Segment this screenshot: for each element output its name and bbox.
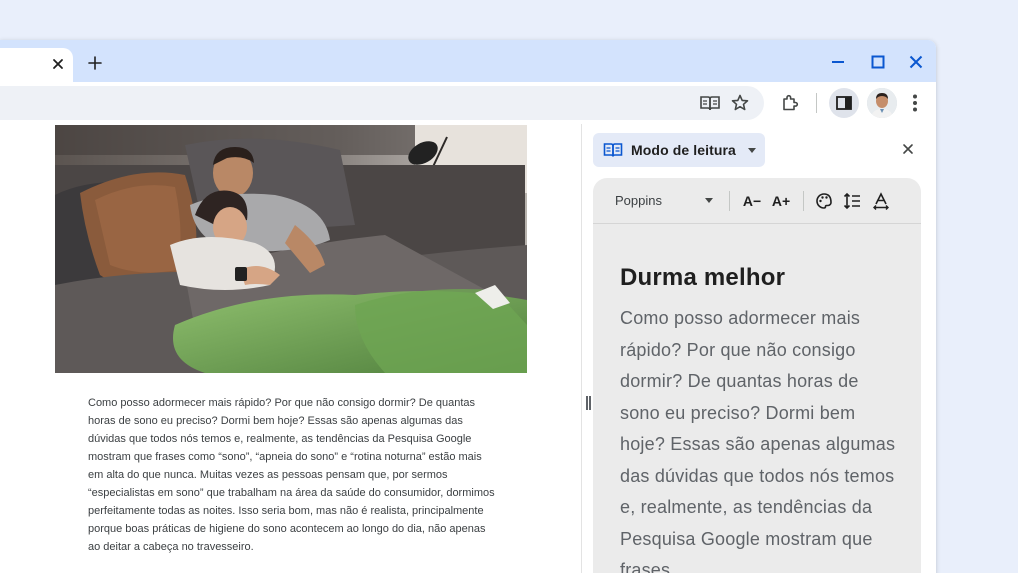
- color-palette-icon[interactable]: [813, 190, 835, 212]
- tab-close-icon[interactable]: [50, 56, 66, 72]
- reading-mode-label: Modo de leitura: [631, 142, 736, 158]
- bookmark-star-icon[interactable]: [728, 91, 752, 115]
- side-panel-close-icon[interactable]: [900, 141, 916, 157]
- side-panel-icon[interactable]: [829, 88, 859, 118]
- maximize-icon[interactable]: [869, 53, 887, 71]
- reader-view: Poppins A− A+ Durma melhor Como posso ad…: [593, 178, 921, 573]
- decrease-font-button[interactable]: A−: [741, 190, 763, 212]
- reading-mode-icon: [603, 143, 623, 157]
- reading-mode-dropdown[interactable]: Modo de leitura: [593, 133, 765, 167]
- article-paragraph: Como posso adormecer mais rápido? Por qu…: [88, 397, 495, 553]
- chevron-down-icon: [747, 147, 756, 153]
- web-page: Como posso adormecer mais rápido? Por qu…: [0, 124, 582, 573]
- close-icon[interactable]: [907, 53, 925, 71]
- article-photo: [55, 125, 527, 373]
- chevron-down-icon: [705, 198, 713, 203]
- reading-mode-icon[interactable]: [698, 91, 722, 115]
- toolbar: [0, 82, 936, 124]
- side-panel: Modo de leitura Poppins A− A+ Durma melh…: [592, 124, 936, 573]
- address-bar[interactable]: [0, 86, 764, 120]
- extensions-icon[interactable]: [778, 91, 802, 115]
- active-tab[interactable]: [0, 48, 73, 82]
- reader-title: Durma melhor: [620, 264, 786, 291]
- reader-body-text: Como posso adormecer mais rápido? Por qu…: [620, 308, 896, 573]
- content-area: Como posso adormecer mais rápido? Por qu…: [0, 124, 936, 573]
- more-vert-icon[interactable]: [903, 91, 927, 115]
- toolbar-divider: [729, 191, 730, 211]
- letter-spacing-icon[interactable]: [870, 190, 892, 212]
- title-bar: [0, 40, 936, 82]
- new-tab-button[interactable]: [86, 54, 104, 72]
- reader-toolbar: Poppins A− A+: [593, 178, 921, 224]
- avatar[interactable]: [867, 88, 897, 118]
- side-panel-resize-handle[interactable]: [585, 396, 591, 410]
- minimize-icon[interactable]: [829, 53, 847, 71]
- toolbar-divider: [803, 191, 804, 211]
- toolbar-divider: [816, 93, 817, 113]
- increase-font-button[interactable]: A+: [770, 190, 792, 212]
- line-spacing-icon[interactable]: [841, 190, 863, 212]
- browser-window: Como posso adormecer mais rápido? Por qu…: [0, 40, 936, 573]
- font-select[interactable]: Poppins: [615, 193, 719, 211]
